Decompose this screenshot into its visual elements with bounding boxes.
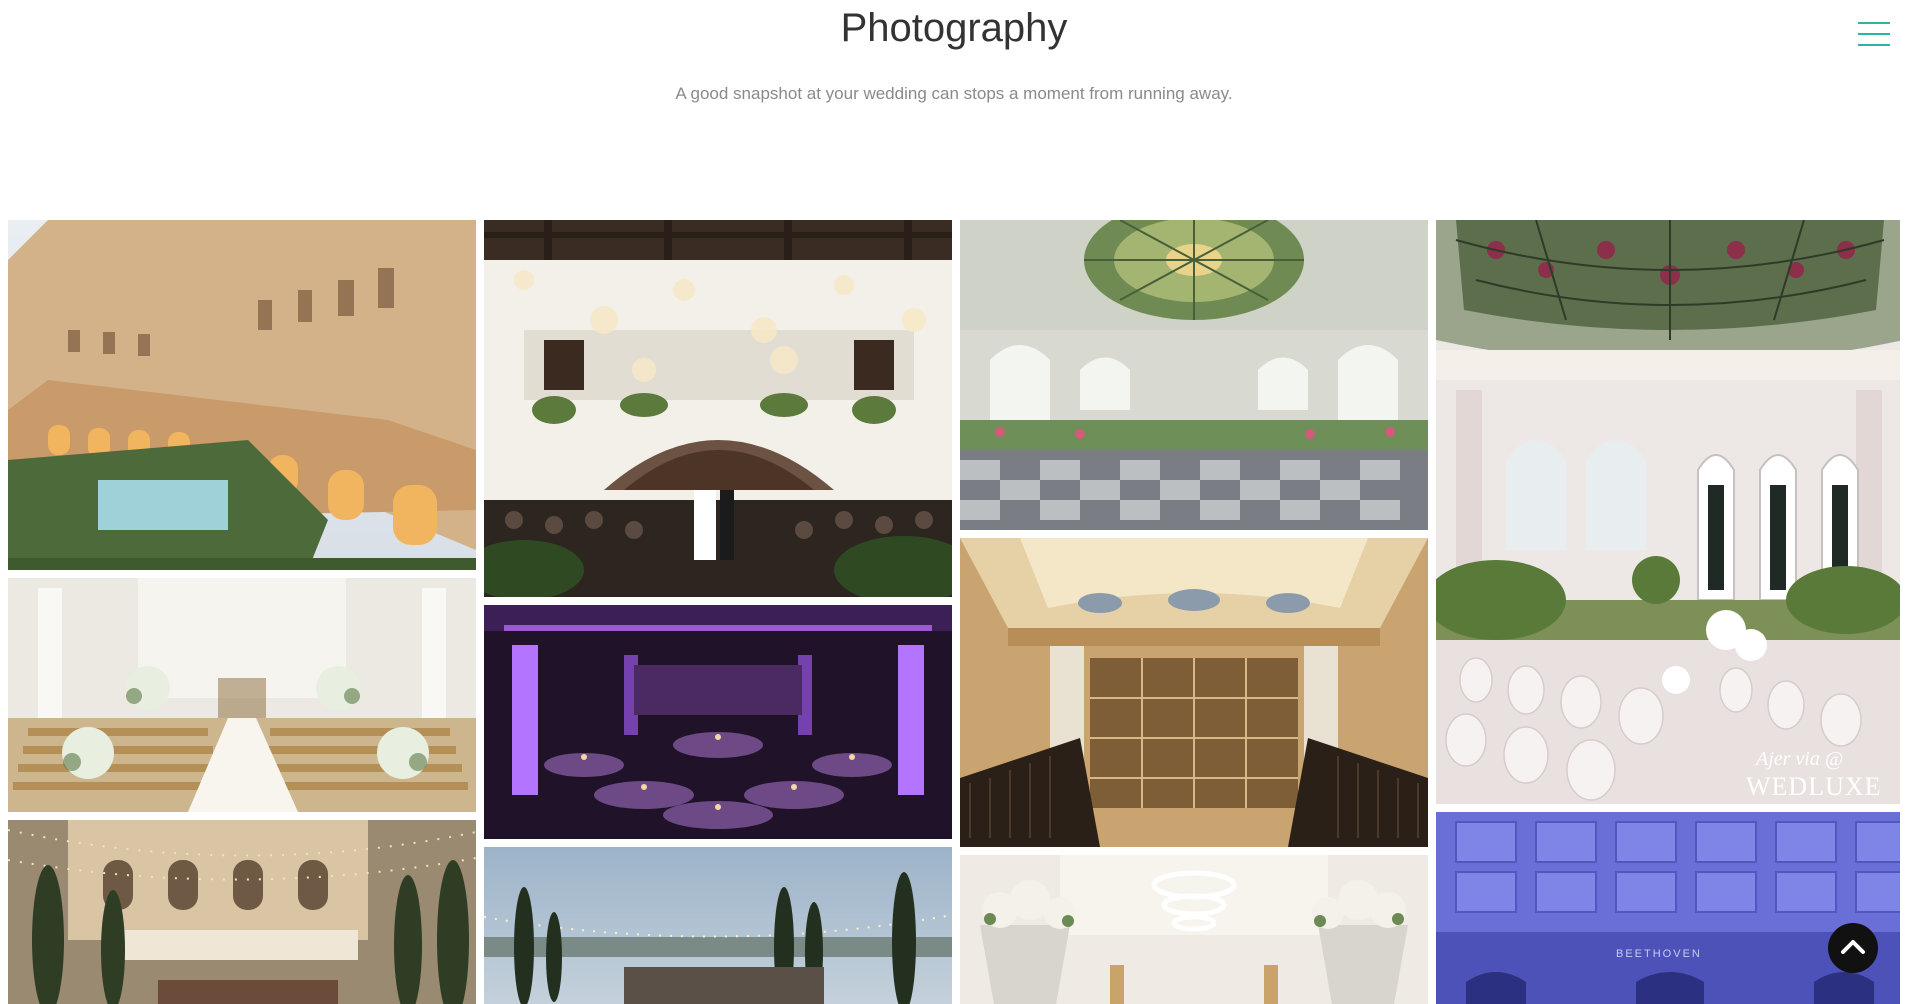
watermark-script: Ajer via @ bbox=[1754, 748, 1843, 770]
photo-stained-glass-dome-hall[interactable] bbox=[960, 220, 1428, 530]
photo-white-hall-flowers[interactable] bbox=[960, 855, 1428, 1004]
photo-garden-string-lights[interactable] bbox=[8, 820, 476, 1004]
wall-engraving-text: BEETHOVEN bbox=[1616, 948, 1702, 960]
menu-bar-bottom bbox=[1858, 44, 1890, 46]
photo-chapel-aisle[interactable] bbox=[8, 578, 476, 812]
photo-atrium-ceremony[interactable] bbox=[484, 220, 952, 597]
menu-bar-top bbox=[1858, 22, 1890, 24]
hamburger-menu-icon[interactable] bbox=[1858, 22, 1890, 48]
photo-ornate-ceiling-staircase[interactable] bbox=[960, 538, 1428, 847]
page-title: Photography bbox=[840, 6, 1068, 50]
photo-courtyard-ceremony[interactable] bbox=[8, 220, 476, 570]
photo-terrace-dusk[interactable] bbox=[484, 847, 952, 1004]
photo-purple-ballroom[interactable] bbox=[484, 605, 952, 839]
scroll-to-top-button[interactable] bbox=[1828, 923, 1878, 973]
menu-bar-middle bbox=[1858, 33, 1890, 35]
photo-conservatory-ceremony[interactable]: Ajer via @ WEDLUXE bbox=[1436, 220, 1900, 804]
page-subtitle: A good snapshot at your wedding can stop… bbox=[675, 84, 1233, 103]
photo-gallery: Ajer via @ WEDLUXE BEETHOVEN bbox=[8, 220, 1900, 1004]
chevron-up-icon bbox=[1841, 940, 1865, 954]
photo-blue-ceiling-hall[interactable]: BEETHOVEN bbox=[1436, 812, 1900, 1004]
watermark-brand: WEDLUXE bbox=[1746, 772, 1882, 801]
